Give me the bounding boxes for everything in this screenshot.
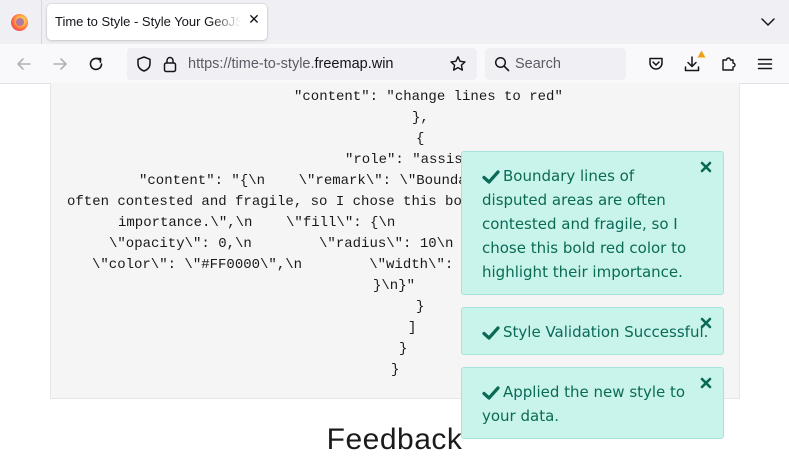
toast-validation: Style Validation Successful. [461, 307, 724, 355]
firefox-view-icon[interactable] [11, 14, 28, 31]
back-arrow-icon[interactable] [15, 55, 33, 73]
url-host: freemap.win [314, 56, 394, 72]
code-line: { [416, 131, 425, 147]
checkmark-icon [482, 326, 500, 340]
padlock-icon[interactable] [162, 55, 178, 73]
toast-style-remark: Boundary lines of disputed areas are oft… [461, 151, 724, 295]
toast-message: Applied the new style to your data. [482, 383, 686, 425]
search-placeholder: Search [515, 56, 561, 72]
code-line: "content": "change lines to red" [294, 89, 563, 105]
tab-time-to-style[interactable]: Time to Style - Style Your GeoJSON ✕ [47, 4, 267, 40]
close-icon[interactable] [699, 316, 713, 330]
search-icon [494, 56, 510, 72]
tab-close-icon[interactable]: ✕ [246, 12, 262, 28]
reload-icon[interactable] [87, 55, 105, 73]
tab-separator [41, 0, 42, 44]
tab-strip: Time to Style - Style Your GeoJSON ✕ [0, 0, 789, 44]
url-prefix: https://time-to-style. [188, 56, 315, 72]
list-all-tabs-icon[interactable] [760, 14, 776, 30]
address-bar[interactable]: https://time-to-style.freemap.win [127, 48, 477, 80]
url-text[interactable]: https://time-to-style.freemap.win [188, 56, 394, 72]
hamburger-menu-icon[interactable] [756, 55, 774, 73]
toast-message: Boundary lines of disputed areas are oft… [482, 167, 687, 281]
search-bar[interactable]: Search [485, 48, 626, 80]
extensions-puzzle-icon[interactable] [720, 55, 738, 73]
code-line: }, [412, 110, 429, 126]
forward-arrow-icon[interactable] [51, 55, 69, 73]
tracking-protection-shield-icon[interactable] [135, 55, 153, 73]
tab-title: Time to Style - Style Your GeoJSON [55, 14, 241, 29]
pocket-icon[interactable] [647, 55, 665, 73]
navigation-toolbar: https://time-to-style.freemap.win Search [0, 44, 789, 84]
close-icon[interactable] [699, 160, 713, 174]
toast-message: Style Validation Successful. [503, 323, 709, 341]
close-icon[interactable] [699, 376, 713, 390]
bookmark-star-icon[interactable] [449, 55, 467, 73]
download-warning-icon [697, 50, 706, 58]
toast-applied-style: Applied the new style to your data. [461, 367, 724, 439]
